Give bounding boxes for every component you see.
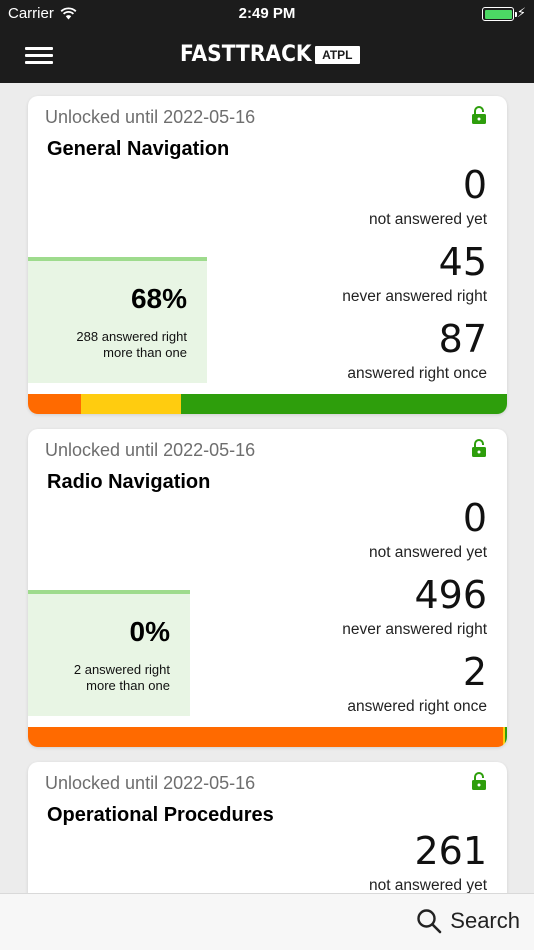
stat-value: 0: [462, 163, 487, 207]
unlocked-padlock-icon: [472, 106, 486, 124]
percent-description-line-1: 2 answered right: [73, 662, 170, 677]
unlocked-until-label: Unlocked until 2022-05-16: [45, 107, 256, 127]
stat-never-answered-right: 496 never answered right: [342, 576, 487, 639]
progress-segment: [28, 394, 81, 414]
percent-description-line-1: 288 answered right: [76, 329, 187, 344]
bottom-toolbar: Search: [0, 893, 534, 950]
status-bar: Carrier 2:49 PM ⚡: [0, 0, 534, 28]
charging-bolt-icon: ⚡: [516, 5, 526, 20]
percent-value: 68%: [130, 283, 187, 314]
unlocked-padlock-icon: [472, 772, 486, 790]
stat-not-answered: 0 not answered yet: [369, 166, 487, 229]
stat-never-answered-right: 45 never answered right: [342, 243, 487, 306]
percent-description-line-2: more than one: [103, 345, 187, 360]
stat-value: 0: [462, 496, 487, 540]
stat-value: 87: [438, 317, 487, 361]
stat-not-answered: 0 not answered yet: [369, 499, 487, 562]
stat-label: never answered right: [342, 288, 487, 305]
percent-box: 0% 2 answered right more than one: [28, 590, 190, 716]
progress-segment: [80, 394, 182, 414]
progress-bar: [28, 727, 507, 747]
stat-label: not answered yet: [368, 544, 487, 561]
subject-title: General Navigation: [47, 138, 230, 160]
unlocked-until-label: Unlocked until 2022-05-16: [45, 773, 256, 793]
search-button[interactable]: Search: [416, 908, 520, 934]
progress-segment: [505, 727, 507, 747]
progress-segment: [181, 394, 507, 414]
unlocked-until-label: Unlocked until 2022-05-16: [45, 440, 256, 460]
subject-card-radio-navigation[interactable]: Unlocked until 2022-05-16 Radio Navigati…: [28, 429, 507, 747]
percent-description: 2 answered right more than one: [74, 662, 170, 694]
subject-card-general-navigation[interactable]: Unlocked until 2022-05-16 General Naviga…: [28, 96, 507, 414]
stat-value: 2: [462, 650, 487, 694]
hamburger-menu-icon[interactable]: [25, 44, 53, 66]
navigation-bar: FASTTRACK ATPL: [0, 28, 534, 83]
logo-badge: ATPL: [315, 45, 360, 64]
percent-box: 68% 288 answered right more than one: [28, 257, 207, 383]
unlocked-padlock-icon: [472, 439, 486, 457]
search-icon: [417, 909, 442, 934]
subject-title: Operational Procedures: [47, 804, 274, 826]
stat-not-answered: 261 not answered yet: [369, 832, 487, 895]
stat-value: 496: [414, 573, 487, 617]
percent-description-line-2: more than one: [86, 678, 170, 693]
stat-value: 45: [438, 240, 487, 284]
stat-label: never answered right: [342, 621, 487, 638]
logo-brand-text: FASTTRACK: [180, 42, 312, 67]
subject-title: Radio Navigation: [47, 471, 211, 493]
percent-value: 0%: [129, 616, 170, 647]
percent-description: 288 answered right more than one: [76, 329, 187, 361]
search-label: Search: [450, 908, 520, 933]
stat-label: answered right once: [347, 365, 487, 382]
status-time: 2:49 PM: [238, 5, 296, 22]
stat-label: not answered yet: [368, 211, 487, 228]
stat-label: answered right once: [347, 698, 487, 715]
battery-icon: [482, 7, 517, 21]
stat-value: 261: [414, 829, 487, 873]
app-logo: FASTTRACK ATPL: [180, 42, 360, 67]
progress-segment: [28, 727, 504, 747]
progress-bar: [28, 394, 507, 414]
stat-answered-right-once: 2 answered right once: [347, 653, 487, 716]
stat-answered-right-once: 87 answered right once: [347, 320, 487, 383]
